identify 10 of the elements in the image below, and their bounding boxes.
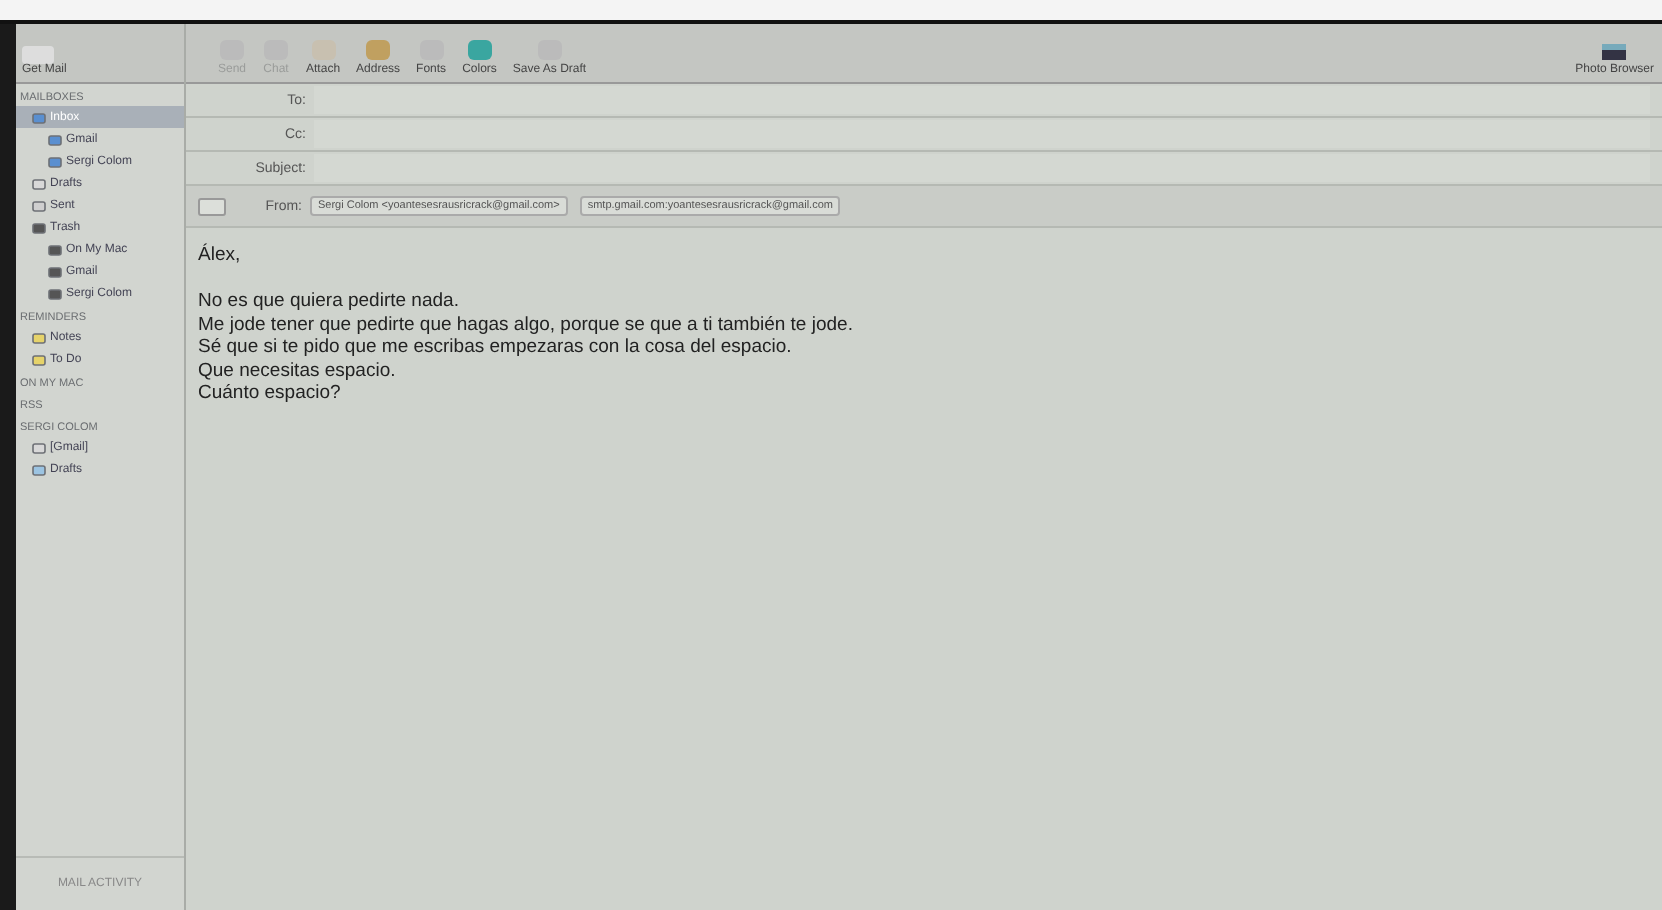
message-line: No es que quiera pedirte nada. bbox=[198, 290, 461, 313]
to-field[interactable] bbox=[314, 86, 1650, 114]
photo-icon bbox=[1600, 42, 1629, 62]
message-line: Cuánto espacio? bbox=[198, 382, 343, 405]
message-line: Álex, bbox=[198, 244, 243, 267]
subject-field[interactable] bbox=[314, 154, 1650, 182]
message-line: Me jode tener que pedirte que hagas algo, porque se que a ti también te jode. bbox=[198, 313, 855, 336]
message-line: Sé que si te pido que me escribas empezaras con la cosa del espacio. bbox=[198, 336, 794, 359]
message-line: Que necesitas espacio. bbox=[198, 359, 398, 382]
cc-field[interactable] bbox=[314, 120, 1650, 148]
